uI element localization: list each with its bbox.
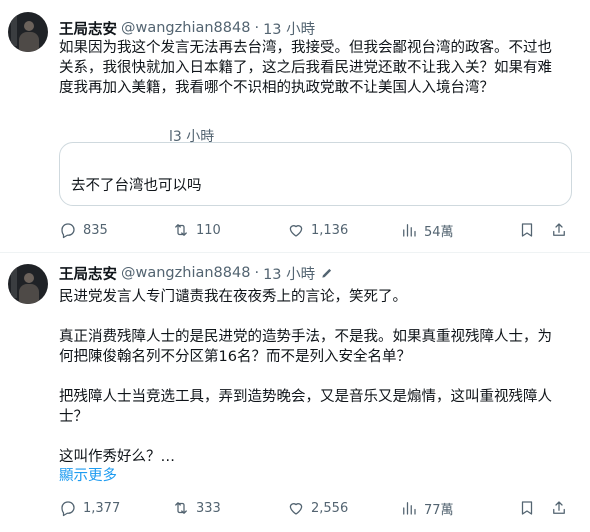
share-upload-icon	[553, 223, 565, 236]
separator-dot: ·	[254, 265, 260, 281]
retweet-button[interactable]: 333	[172, 497, 221, 519]
like-count: 1,136	[311, 222, 349, 238]
separator-dot: ·	[254, 20, 260, 36]
text-line: 士？	[59, 409, 88, 425]
retweet-button[interactable]: 110	[172, 219, 221, 241]
share-upload-icon	[553, 501, 565, 514]
avatar[interactable]	[8, 12, 48, 52]
tweet-text: 如果因为我这个发言无法再去台湾，我接受。但我会鄙视台湾的政客。不过也 关系，我很…	[59, 38, 579, 98]
retweet-count: 110	[196, 222, 221, 238]
heart-icon	[289, 503, 303, 515]
bar-chart-icon	[403, 502, 416, 515]
handle[interactable]: @wangzhian8848	[121, 20, 250, 36]
text-line: 度我再加入美籍，我看哪个不识相的执政党敢不让美国人入境台湾？	[59, 80, 494, 96]
action-bar: 835 110 1,136 54萬	[59, 219, 574, 241]
share-button[interactable]	[550, 497, 568, 519]
tweet-2[interactable]: 王局志安 @wangzhian8848 · 13 小時 民进党发言人专门谴责我在…	[0, 253, 590, 532]
quoted-tweet-text: 去不了台湾也可以吗	[71, 178, 202, 194]
reply-count: 1,377	[83, 500, 121, 516]
tweet-1[interactable]: 王局志安 @wangzhian8848 · 13 小時 如果因为我这个发言无法再…	[0, 0, 590, 252]
text-line: 如果因为我这个发言无法再去台湾，我接受。但我会鄙视台湾的政客。不过也	[59, 40, 552, 56]
handle[interactable]: @wangzhian8848	[121, 265, 250, 281]
bar-chart-icon	[403, 224, 416, 237]
views-count: 77萬	[424, 502, 454, 518]
views-button[interactable]: 77萬	[400, 497, 454, 519]
like-button[interactable]: 2,556	[287, 497, 348, 519]
reply-button[interactable]: 1,377	[59, 497, 120, 519]
reply-button[interactable]: 835	[59, 219, 108, 241]
reply-count: 835	[83, 222, 108, 238]
timestamp[interactable]: 13 小時	[263, 263, 315, 284]
text-line: 这叫作秀好么？…	[59, 449, 175, 465]
retweet-arrows-icon	[175, 224, 187, 236]
like-button[interactable]: 1,136	[287, 219, 348, 241]
bookmark-button[interactable]	[518, 497, 536, 519]
speech-bubble-icon	[61, 501, 75, 517]
quoted-tweet-time: l3 小時	[169, 129, 215, 145]
bookmark-icon	[521, 223, 533, 237]
display-name[interactable]: 王局志安	[59, 18, 117, 39]
avatar[interactable]	[8, 264, 48, 304]
heart-icon	[289, 225, 303, 237]
tweet-text: 民进党发言人专门谴责我在夜夜秀上的言论，笑死了。 真正消费残障人士的是民进党的造…	[59, 287, 579, 467]
retweet-arrows-icon	[175, 502, 187, 514]
views-count: 54萬	[424, 224, 454, 240]
text-line: 真正消费残障人士的是民进党的造势手法，不是我。如果真重视残障人士，为	[59, 329, 552, 345]
bookmark-icon	[521, 501, 533, 515]
text-line: 民进党发言人专门谴责我在夜夜秀上的言论，笑死了。	[59, 289, 407, 305]
retweet-count: 333	[196, 500, 221, 516]
bookmark-button[interactable]	[518, 219, 536, 241]
show-more-link[interactable]: 顯示更多	[59, 464, 117, 485]
like-count: 2,556	[311, 500, 349, 516]
display-name[interactable]: 王局志安	[59, 263, 117, 284]
text-line: 何把陳俊翰名列不分区第16名？而不是列入安全名单？	[59, 349, 411, 365]
timestamp[interactable]: 13 小時	[263, 18, 315, 39]
action-bar: 1,377 333 2,556 77萬	[59, 497, 574, 519]
tweet-header: 王局志安 @wangzhian8848 · 13 小時	[59, 263, 334, 283]
pencil-icon[interactable]	[320, 266, 334, 280]
tweet-header: 王局志安 @wangzhian8848 · 13 小時	[59, 18, 315, 38]
views-button[interactable]: 54萬	[400, 219, 454, 241]
text-line: 关系，我很快就加入日本籍了，这之后我看民进党还敢不让我入关？如果有难	[59, 60, 552, 76]
share-button[interactable]	[550, 219, 568, 241]
text-line: 把残障人士当竞选工具，弄到造势晚会，又是音乐又是煽情，这叫重视残障人	[59, 389, 552, 405]
speech-bubble-icon	[61, 223, 75, 239]
